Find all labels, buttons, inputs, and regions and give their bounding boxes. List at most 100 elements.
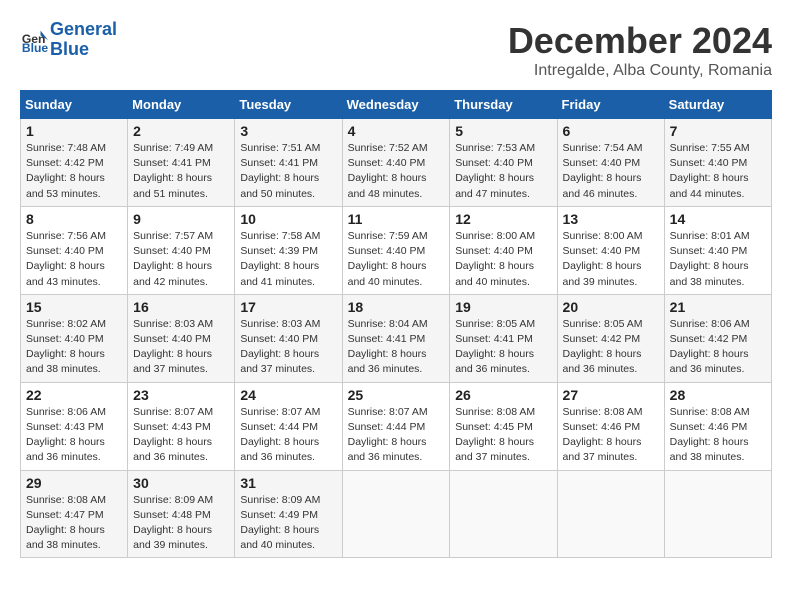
day-info: Sunrise: 7:51 AMSunset: 4:41 PMDaylight:… [240, 141, 336, 202]
calendar-cell: 25Sunrise: 8:07 AMSunset: 4:44 PMDayligh… [342, 382, 450, 470]
day-number: 9 [133, 211, 229, 227]
title-block: December 2024 Intregalde, Alba County, R… [508, 20, 772, 80]
logo: Gen Blue GeneralBlue [20, 20, 117, 60]
day-info: Sunrise: 8:00 AMSunset: 4:40 PMDaylight:… [563, 229, 659, 290]
calendar-cell: 16 Sunrise: 8:03 AMSunset: 4:40 PMDayligh… [128, 294, 235, 382]
day-number: 16 [133, 299, 229, 315]
day-number: 19 [455, 299, 551, 315]
calendar-cell: 8 Sunrise: 7:56 AMSunset: 4:40 PMDaylight… [21, 206, 128, 294]
calendar-cell: 23 Sunrise: 8:07 AMSunset: 4:43 PMDayligh… [128, 382, 235, 470]
day-number: 6 [563, 123, 659, 139]
calendar-cell: 22 Sunrise: 8:06 AMSunset: 4:43 PMDayligh… [21, 382, 128, 470]
calendar-cell: 24 Sunrise: 8:07 AMSunset: 4:44 PMDayligh… [235, 382, 342, 470]
day-info: Sunrise: 8:07 AMSunset: 4:43 PMDaylight:… [133, 405, 229, 466]
calendar-cell: 10Sunrise: 7:58 AMSunset: 4:39 PMDayligh… [235, 206, 342, 294]
day-number: 14 [670, 211, 766, 227]
day-info: Sunrise: 8:07 AMSunset: 4:44 PMDaylight:… [348, 405, 445, 466]
day-number: 20 [563, 299, 659, 315]
calendar-header-row: SundayMondayTuesdayWednesdayThursdayFrid… [21, 91, 772, 119]
day-info: Sunrise: 8:02 AMSunset: 4:40 PMDaylight:… [26, 317, 122, 378]
day-info: Sunrise: 8:07 AMSunset: 4:44 PMDaylight:… [240, 405, 336, 466]
day-number: 7 [670, 123, 766, 139]
day-of-week-header: Thursday [450, 91, 557, 119]
day-number: 27 [563, 387, 659, 403]
calendar-cell: 9 Sunrise: 7:57 AMSunset: 4:40 PMDaylight… [128, 206, 235, 294]
day-number: 29 [26, 475, 122, 491]
calendar-cell: 31 Sunrise: 8:09 AMSunset: 4:49 PMDayligh… [235, 470, 342, 558]
day-number: 22 [26, 387, 122, 403]
day-number: 23 [133, 387, 229, 403]
day-info: Sunrise: 7:56 AMSunset: 4:40 PMDaylight:… [26, 229, 122, 290]
day-info: Sunrise: 8:08 AMSunset: 4:46 PMDaylight:… [670, 405, 766, 466]
day-number: 24 [240, 387, 336, 403]
day-info: Sunrise: 8:08 AMSunset: 4:46 PMDaylight:… [563, 405, 659, 466]
calendar-cell: 26Sunrise: 8:08 AMSunset: 4:45 PMDayligh… [450, 382, 557, 470]
day-of-week-header: Friday [557, 91, 664, 119]
day-info: Sunrise: 8:06 AMSunset: 4:43 PMDaylight:… [26, 405, 122, 466]
day-number: 5 [455, 123, 551, 139]
day-number: 17 [240, 299, 336, 315]
month-title: December 2024 [508, 20, 772, 62]
day-number: 31 [240, 475, 336, 491]
calendar-cell: 2Sunrise: 7:49 AMSunset: 4:41 PMDaylight… [128, 119, 235, 207]
day-number: 8 [26, 211, 122, 227]
calendar-cell: 14 Sunrise: 8:01 AMSunset: 4:40 PMDayligh… [664, 206, 771, 294]
calendar-cell: 5 Sunrise: 7:53 AMSunset: 4:40 PMDaylight… [450, 119, 557, 207]
day-info: Sunrise: 8:03 AMSunset: 4:40 PMDaylight:… [240, 317, 336, 378]
calendar-cell: 15Sunrise: 8:02 AMSunset: 4:40 PMDayligh… [21, 294, 128, 382]
day-info: Sunrise: 8:05 AMSunset: 4:42 PMDaylight:… [563, 317, 659, 378]
day-info: Sunrise: 7:54 AMSunset: 4:40 PMDaylight:… [563, 141, 659, 202]
calendar-cell [557, 470, 664, 558]
logo-icon: Gen Blue [20, 26, 48, 54]
calendar-week-row: 22 Sunrise: 8:06 AMSunset: 4:43 PMDayligh… [21, 382, 772, 470]
calendar-cell: 13 Sunrise: 8:00 AMSunset: 4:40 PMDayligh… [557, 206, 664, 294]
day-info: Sunrise: 7:55 AMSunset: 4:40 PMDaylight:… [670, 141, 766, 202]
calendar-cell: 28Sunrise: 8:08 AMSunset: 4:46 PMDayligh… [664, 382, 771, 470]
day-info: Sunrise: 8:04 AMSunset: 4:41 PMDaylight:… [348, 317, 445, 378]
day-number: 21 [670, 299, 766, 315]
day-info: Sunrise: 8:08 AMSunset: 4:47 PMDaylight:… [26, 493, 122, 554]
day-number: 10 [240, 211, 336, 227]
calendar-cell: 30 Sunrise: 8:09 AMSunset: 4:48 PMDayligh… [128, 470, 235, 558]
calendar-cell: 11 Sunrise: 7:59 AMSunset: 4:40 PMDayligh… [342, 206, 450, 294]
calendar-cell: 1Sunrise: 7:48 AMSunset: 4:42 PMDaylight… [21, 119, 128, 207]
day-info: Sunrise: 7:53 AMSunset: 4:40 PMDaylight:… [455, 141, 551, 202]
day-info: Sunrise: 8:09 AMSunset: 4:49 PMDaylight:… [240, 493, 336, 554]
day-number: 11 [348, 211, 445, 227]
day-of-week-header: Monday [128, 91, 235, 119]
calendar-cell: 27 Sunrise: 8:08 AMSunset: 4:46 PMDayligh… [557, 382, 664, 470]
day-number: 1 [26, 123, 122, 139]
day-info: Sunrise: 7:57 AMSunset: 4:40 PMDaylight:… [133, 229, 229, 290]
day-info: Sunrise: 7:59 AMSunset: 4:40 PMDaylight:… [348, 229, 445, 290]
day-number: 3 [240, 123, 336, 139]
day-info: Sunrise: 7:52 AMSunset: 4:40 PMDaylight:… [348, 141, 445, 202]
day-number: 2 [133, 123, 229, 139]
calendar-cell: 6 Sunrise: 7:54 AMSunset: 4:40 PMDaylight… [557, 119, 664, 207]
calendar-body: 1Sunrise: 7:48 AMSunset: 4:42 PMDaylight… [21, 119, 772, 558]
calendar-cell: 12Sunrise: 8:00 AMSunset: 4:40 PMDayligh… [450, 206, 557, 294]
calendar-cell: 19Sunrise: 8:05 AMSunset: 4:41 PMDayligh… [450, 294, 557, 382]
calendar-cell: 20 Sunrise: 8:05 AMSunset: 4:42 PMDayligh… [557, 294, 664, 382]
day-info: Sunrise: 8:03 AMSunset: 4:40 PMDaylight:… [133, 317, 229, 378]
svg-text:Blue: Blue [22, 41, 48, 54]
day-number: 30 [133, 475, 229, 491]
calendar-cell: 18 Sunrise: 8:04 AMSunset: 4:41 PMDayligh… [342, 294, 450, 382]
calendar-cell: 21Sunrise: 8:06 AMSunset: 4:42 PMDayligh… [664, 294, 771, 382]
day-number: 18 [348, 299, 445, 315]
day-number: 13 [563, 211, 659, 227]
calendar-cell [450, 470, 557, 558]
location-subtitle: Intregalde, Alba County, Romania [508, 62, 772, 80]
day-info: Sunrise: 8:09 AMSunset: 4:48 PMDaylight:… [133, 493, 229, 554]
calendar-week-row: 8 Sunrise: 7:56 AMSunset: 4:40 PMDaylight… [21, 206, 772, 294]
day-info: Sunrise: 8:08 AMSunset: 4:45 PMDaylight:… [455, 405, 551, 466]
day-of-week-header: Sunday [21, 91, 128, 119]
calendar-cell: 4Sunrise: 7:52 AMSunset: 4:40 PMDaylight… [342, 119, 450, 207]
day-of-week-header: Wednesday [342, 91, 450, 119]
calendar-cell: 3 Sunrise: 7:51 AMSunset: 4:41 PMDaylight… [235, 119, 342, 207]
calendar-week-row: 1Sunrise: 7:48 AMSunset: 4:42 PMDaylight… [21, 119, 772, 207]
day-of-week-header: Saturday [664, 91, 771, 119]
day-info: Sunrise: 8:00 AMSunset: 4:40 PMDaylight:… [455, 229, 551, 290]
day-info: Sunrise: 8:01 AMSunset: 4:40 PMDaylight:… [670, 229, 766, 290]
calendar-cell: 29 Sunrise: 8:08 AMSunset: 4:47 PMDayligh… [21, 470, 128, 558]
calendar-cell [664, 470, 771, 558]
